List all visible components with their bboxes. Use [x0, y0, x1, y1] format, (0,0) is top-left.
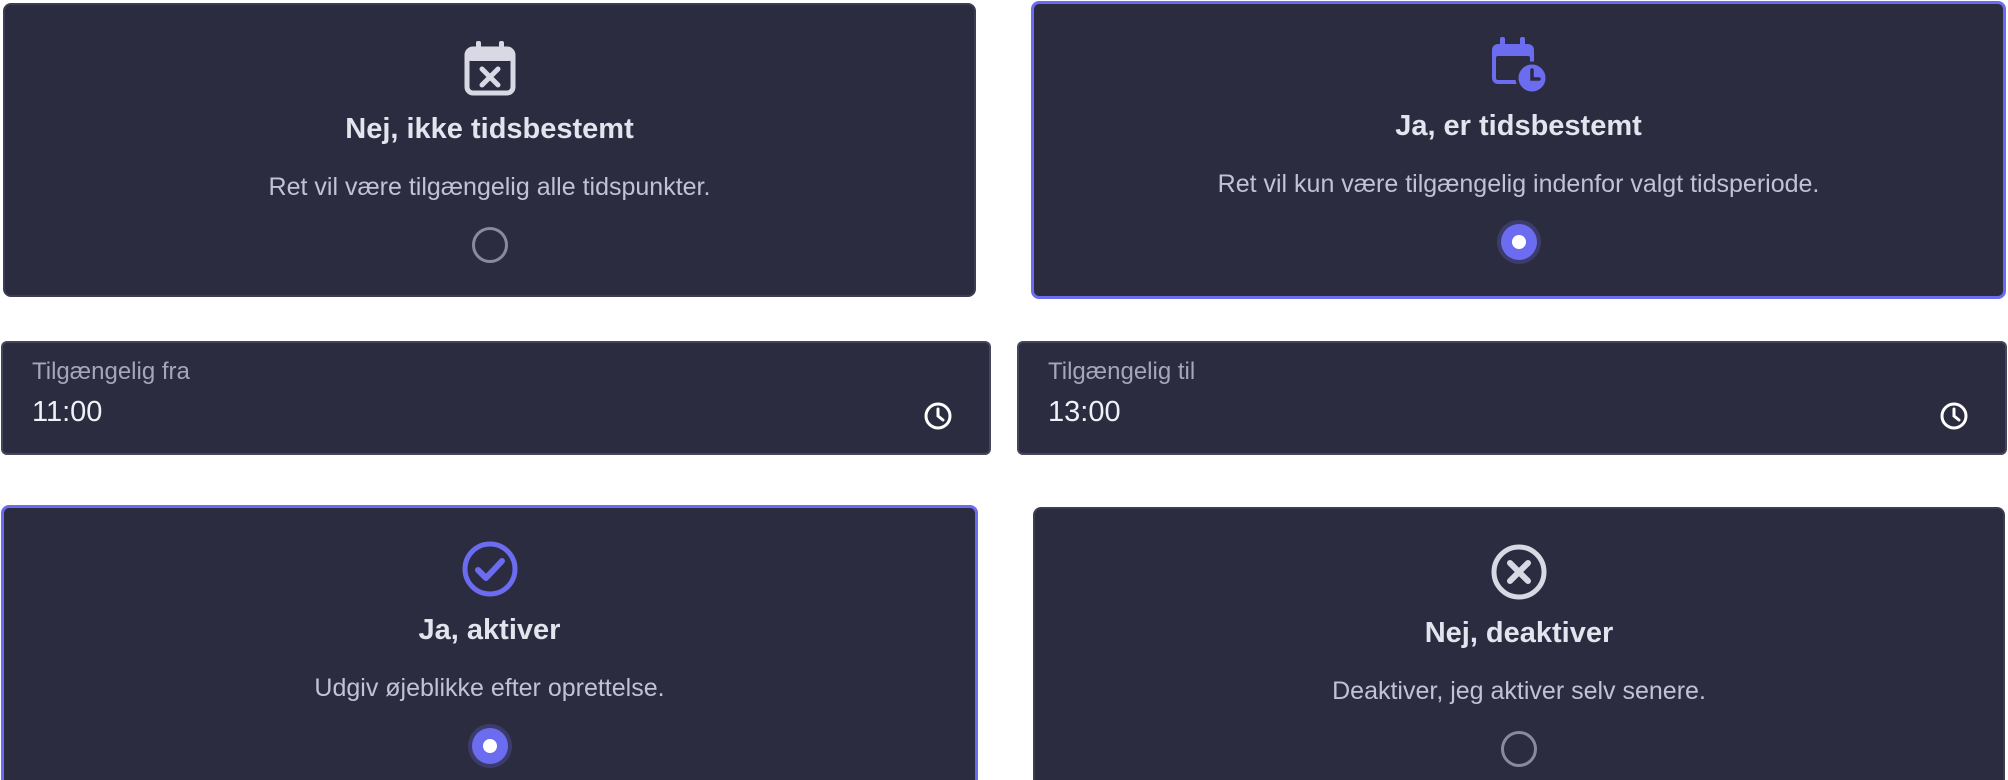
available-from-field[interactable]: Tilgængelig fra 11:00: [1, 341, 991, 455]
option-title: Ja, er tidsbestemt: [1395, 110, 1642, 142]
calendar-x-icon: [464, 41, 515, 96]
option-description: Deaktiver, jeg aktiver selv senere.: [1332, 677, 1706, 705]
option-description: Udgiv øjeblikke efter oprettelse.: [314, 674, 665, 702]
calendar-clock-icon: [1491, 37, 1548, 94]
available-to-field[interactable]: Tilgængelig til 13:00: [1017, 341, 2007, 455]
option-card-activate[interactable]: Ja, aktiver Udgiv øjeblikke efter oprett…: [1, 505, 978, 780]
option-description: Ret vil være tilgængelig alle tidspunkte…: [268, 173, 711, 201]
field-label: Tilgængelig fra: [32, 358, 190, 385]
clock-icon[interactable]: [1939, 401, 1969, 431]
field-value[interactable]: 13:00: [1048, 396, 1121, 429]
clock-icon[interactable]: [923, 401, 953, 431]
x-circle-icon: [1491, 544, 1547, 600]
option-title: Nej, ikke tidsbestemt: [345, 113, 634, 145]
option-card-deactivate[interactable]: Nej, deaktiver Deaktiver, jeg aktiver se…: [1033, 507, 2005, 780]
option-title: Ja, aktiver: [418, 614, 561, 646]
field-label: Tilgængelig til: [1048, 358, 1196, 385]
option-description: Ret vil kun være tilgængelig indenfor va…: [1217, 170, 1820, 198]
option-card-timed[interactable]: Ja, er tidsbestemt Ret vil kun være tilg…: [1031, 1, 2006, 299]
option-radio[interactable]: [1501, 731, 1537, 767]
option-title: Nej, deaktiver: [1424, 617, 1614, 649]
option-radio[interactable]: [1500, 224, 1537, 260]
check-circle-icon: [462, 541, 517, 597]
option-card-not-timed[interactable]: Nej, ikke tidsbestemt Ret vil være tilgæ…: [3, 3, 976, 297]
option-radio[interactable]: [471, 227, 508, 263]
field-value[interactable]: 11:00: [32, 396, 102, 429]
option-radio[interactable]: [471, 728, 508, 764]
